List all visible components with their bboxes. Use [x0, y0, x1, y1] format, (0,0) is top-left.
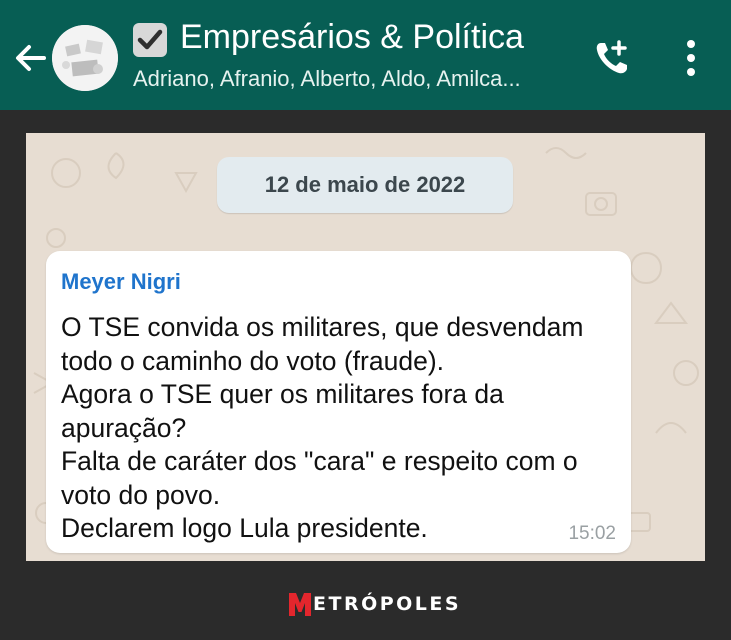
message-bubble[interactable]: Meyer Nigri O TSE convida os militares, … — [46, 251, 631, 553]
message-line: Falta de caráter dos "cara" e respeito c… — [61, 446, 578, 476]
metropoles-logo: ETRÓPOLES — [288, 590, 461, 618]
chat-area: 12 de maio de 2022 Meyer Nigri O TSE con… — [26, 133, 705, 561]
logo-m-mark — [289, 593, 311, 616]
message-line: apuração? — [61, 412, 187, 443]
back-arrow-icon[interactable] — [12, 40, 48, 76]
group-members[interactable]: Adriano, Afranio, Alberto, Aldo, Amilca.… — [133, 66, 521, 92]
message-line: O TSE convida os militares, que desvenda… — [61, 312, 584, 342]
group-title[interactable]: Empresários & Política — [180, 18, 524, 57]
message-line: voto do povo. — [61, 479, 221, 510]
message-line: Agora o TSE quer os militares fora da — [61, 379, 504, 409]
message-time: 15:02 — [568, 523, 616, 544]
logo-text: ETRÓPOLES — [313, 593, 462, 615]
message-sender[interactable]: Meyer Nigri — [61, 269, 181, 295]
group-avatar[interactable] — [52, 25, 118, 91]
chat-header: Empresários & Política Adriano, Afranio,… — [0, 0, 731, 110]
message-text: O TSE convida os militares, que desvenda… — [61, 311, 631, 546]
checkbox-icon — [133, 23, 167, 57]
message-line: todo o caminho do voto (fraude). — [61, 345, 445, 376]
message-line: Declarem logo Lula presidente. — [61, 513, 428, 543]
more-vert-icon[interactable] — [676, 38, 706, 78]
add-call-icon[interactable] — [592, 38, 632, 78]
date-chip: 12 de maio de 2022 — [217, 157, 513, 213]
